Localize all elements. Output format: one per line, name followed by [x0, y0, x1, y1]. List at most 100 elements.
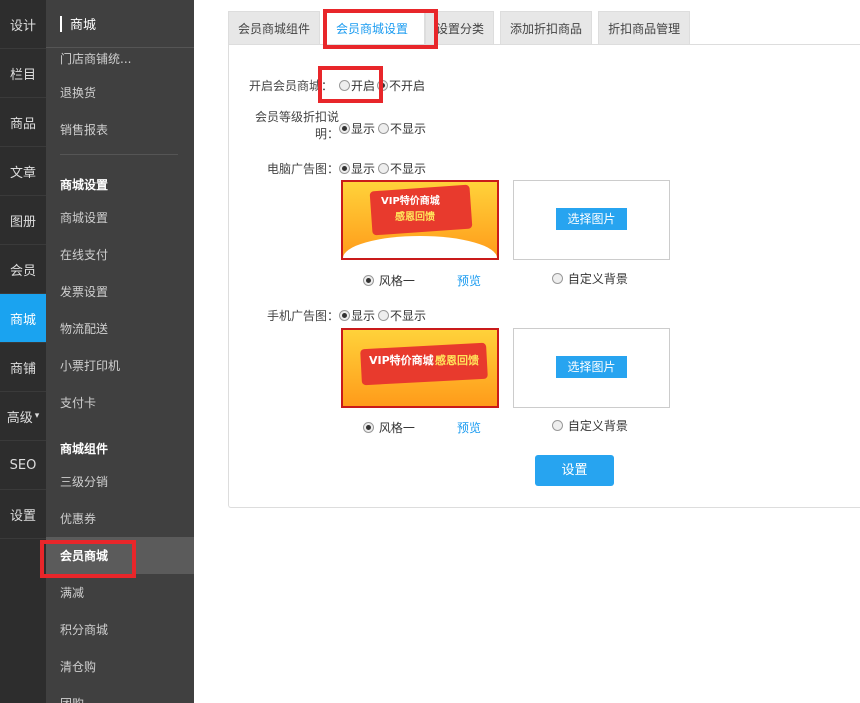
- tab-member-mall-settings[interactable]: 会员商城设置: [326, 11, 426, 45]
- nav2-coupons[interactable]: 优惠券: [46, 500, 194, 537]
- nav-articles[interactable]: 文章: [0, 147, 46, 196]
- pc-custom-bg-radio[interactable]: 自定义背景: [552, 270, 628, 287]
- discount-hide-label: 不显示: [390, 122, 427, 136]
- secondary-nav-title: 商城: [70, 18, 97, 33]
- mobile-ad-show-radio[interactable]: 显示: [339, 307, 375, 324]
- radio-checked-icon: [363, 422, 374, 433]
- section-mall-components: 商城组件: [60, 442, 109, 456]
- divider: [60, 154, 178, 155]
- tab-discount-product-management[interactable]: 折扣商品管理: [598, 11, 691, 45]
- tab-set-category[interactable]: 设置分类: [425, 11, 495, 45]
- nav2-online-payment[interactable]: 在线支付: [46, 236, 194, 273]
- nav-shops[interactable]: 商铺: [0, 343, 46, 392]
- tab-add-discount-product[interactable]: 添加折扣商品: [500, 11, 593, 45]
- radio-checked-icon: [339, 163, 350, 174]
- mobile-ad-hide-label: 不显示: [390, 309, 427, 323]
- primary-nav: 设计 栏目 商品 文章 图册 会员 商城 商铺 高级 ▾ SEO 设置: [0, 0, 46, 703]
- main-content: 会员商城组件 会员商城设置 设置分类 添加折扣商品 折扣商品管理 开启会员商城：…: [194, 0, 860, 703]
- pc-banner-image: VIP特价商城 感恩回馈: [341, 180, 499, 260]
- pc-pick-image-button[interactable]: 选择图片: [556, 208, 627, 230]
- discount-desc-label-line1: 会员等级折扣说: [254, 110, 339, 124]
- banner-cloud: [343, 236, 497, 258]
- nav2-member-mall[interactable]: 会员商城: [46, 537, 194, 574]
- nav-products[interactable]: 商品: [0, 98, 46, 147]
- pc-custom-bg-label: 自定义背景: [567, 272, 628, 286]
- banner-subtitle: 感恩回馈: [395, 212, 435, 223]
- open-off-label: 不开启: [389, 79, 426, 93]
- secondary-nav-header: 商城: [46, 0, 194, 48]
- nav2-points-mall[interactable]: 积分商城: [46, 611, 194, 648]
- discount-desc-label: 会员等级折扣说明：: [247, 109, 339, 143]
- nav-settings[interactable]: 设置: [0, 490, 46, 539]
- mobile-custom-image-box: 选择图片: [513, 328, 670, 408]
- nav2-logistics[interactable]: 物流配送: [46, 310, 194, 347]
- nav-advanced[interactable]: 高级 ▾: [0, 392, 46, 441]
- open-on-label: 开启: [351, 79, 376, 93]
- nav2-returns[interactable]: 退换货: [46, 74, 194, 111]
- tab-bar: 会员商城组件 会员商城设置 设置分类 添加折扣商品 折扣商品管理: [228, 11, 696, 45]
- mobile-ad-hide-radio[interactable]: 不显示: [378, 307, 426, 324]
- pc-ad-label: 电脑广告图：: [266, 162, 339, 176]
- radio-icon: [552, 420, 563, 431]
- mobile-ad-label: 手机广告图：: [266, 309, 339, 323]
- radio-checked-icon: [377, 80, 388, 91]
- radio-checked-icon: [339, 123, 350, 134]
- caret-down-icon: ▾: [34, 411, 40, 421]
- radio-icon: [378, 310, 389, 321]
- nav2-invoice-settings[interactable]: 发票设置: [46, 273, 194, 310]
- pc-ad-show-radio[interactable]: 显示: [339, 160, 375, 177]
- pc-ad-hide-label: 不显示: [390, 162, 427, 176]
- banner-subtitle: 感恩回馈: [435, 354, 479, 367]
- discount-show-label: 显示: [351, 122, 376, 136]
- submit-button[interactable]: 设置: [535, 455, 614, 486]
- nav2-receipt-printer[interactable]: 小票打印机: [46, 347, 194, 384]
- nav2-store-stats[interactable]: 门店商铺统...: [46, 48, 194, 74]
- pc-ad-hide-radio[interactable]: 不显示: [378, 160, 426, 177]
- discount-hide-radio[interactable]: 不显示: [378, 120, 426, 137]
- nav2-mall-settings[interactable]: 商城设置: [46, 199, 194, 236]
- mobile-style-one-radio[interactable]: 风格一: [363, 419, 415, 436]
- mobile-pick-image-button[interactable]: 选择图片: [556, 356, 627, 378]
- radio-checked-icon: [339, 310, 350, 321]
- pc-custom-image-box: 选择图片: [513, 180, 670, 260]
- settings-panel: 开启会员商城： 开启 不开启 会员等级折扣说明： 显示 不显示 电脑广告图： 显…: [228, 44, 860, 508]
- discount-show-radio[interactable]: 显示: [339, 120, 375, 137]
- mobile-preview-link[interactable]: 预览: [457, 419, 481, 436]
- pc-style-one-label: 风格一: [378, 274, 415, 288]
- nav2-distribution[interactable]: 三级分销: [46, 463, 194, 500]
- mobile-style-one-label: 风格一: [378, 421, 415, 435]
- nav2-discount[interactable]: 满减: [46, 574, 194, 611]
- section-mall-settings: 商城设置: [60, 178, 109, 192]
- nav-design[interactable]: 设计: [0, 0, 46, 49]
- open-radio-off[interactable]: 不开启: [377, 77, 425, 94]
- tab-member-mall-components[interactable]: 会员商城组件: [228, 11, 321, 45]
- mobile-ad-show-label: 显示: [351, 309, 376, 323]
- radio-icon: [378, 163, 389, 174]
- pc-style-one-radio[interactable]: 风格一: [363, 272, 415, 289]
- radio-checked-icon: [363, 275, 374, 286]
- banner-title: VIP特价商城: [369, 354, 434, 367]
- mobile-banner-image: VIP特价商城 感恩回馈: [341, 328, 499, 408]
- nav2-pay-card[interactable]: 支付卡: [46, 384, 194, 421]
- nav-members[interactable]: 会员: [0, 245, 46, 294]
- radio-icon: [552, 273, 563, 284]
- open-radio-on[interactable]: 开启: [339, 77, 375, 94]
- nav2-sales-report[interactable]: 销售报表: [46, 111, 194, 148]
- mobile-custom-bg-radio[interactable]: 自定义背景: [552, 417, 628, 434]
- header-bar: [60, 15, 62, 32]
- banner-title: VIP特价商城: [381, 196, 440, 207]
- open-mall-label: 开启会员商城：: [249, 79, 334, 93]
- nav-columns[interactable]: 栏目: [0, 49, 46, 98]
- nav2-group-buy[interactable]: 团购: [46, 685, 194, 703]
- pc-preview-link[interactable]: 预览: [457, 272, 481, 289]
- nav2-clearance[interactable]: 清仓购: [46, 648, 194, 685]
- secondary-nav: 商城 门店商铺统... 退换货 销售报表 商城设置 商城设置 在线支付 发票设置…: [46, 0, 194, 703]
- nav-seo[interactable]: SEO: [0, 441, 46, 490]
- radio-icon: [339, 80, 350, 91]
- radio-icon: [378, 123, 389, 134]
- nav-advanced-label: 高级: [6, 410, 33, 426]
- nav-mall[interactable]: 商城: [0, 294, 46, 343]
- discount-desc-label-line2: 明：: [314, 127, 339, 141]
- mobile-custom-bg-label: 自定义背景: [567, 419, 628, 433]
- nav-albums[interactable]: 图册: [0, 196, 46, 245]
